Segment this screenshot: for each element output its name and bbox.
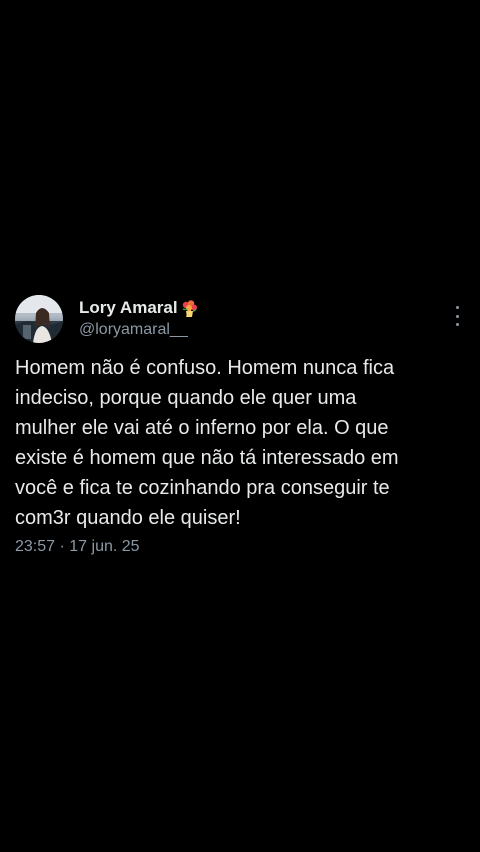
- author-handle[interactable]: @loryamaral__: [79, 321, 199, 339]
- tweet: Lory Amaral @loryamaral__ Homem não é co…: [0, 292, 480, 555]
- tweet-line: você e fica te cozinhando pra conseguir …: [15, 477, 390, 499]
- tweet-line: indeciso, porque quando ele quer uma: [15, 387, 357, 409]
- display-name-row: Lory Amaral: [79, 297, 199, 319]
- tweet-header: Lory Amaral @loryamaral__: [0, 292, 480, 348]
- tweet-line: existe é homem que não tá interessado em: [15, 447, 399, 469]
- tweet-time: 23:57: [15, 538, 56, 555]
- more-vertical-icon[interactable]: [454, 306, 460, 326]
- tweet-date: 17 jun. 25: [69, 538, 140, 555]
- avatar[interactable]: [15, 295, 63, 343]
- tweet-line: com3r quando ele quiser!: [15, 507, 241, 529]
- bouquet-icon: [180, 299, 199, 318]
- tweet-timestamp[interactable]: 23:57 · 17 jun. 25: [15, 538, 140, 556]
- author-names: Lory Amaral @loryamaral__: [79, 297, 199, 339]
- tweet-line: mulher ele vai até o inferno por ela. O …: [15, 417, 389, 439]
- meta-separator: ·: [59, 538, 65, 555]
- display-name[interactable]: Lory Amaral: [79, 298, 178, 318]
- tweet-line: Homem não é confuso. Homem nunca fica: [15, 357, 395, 379]
- tweet-text: Homem não é confuso. Homem nunca fica in…: [15, 353, 465, 533]
